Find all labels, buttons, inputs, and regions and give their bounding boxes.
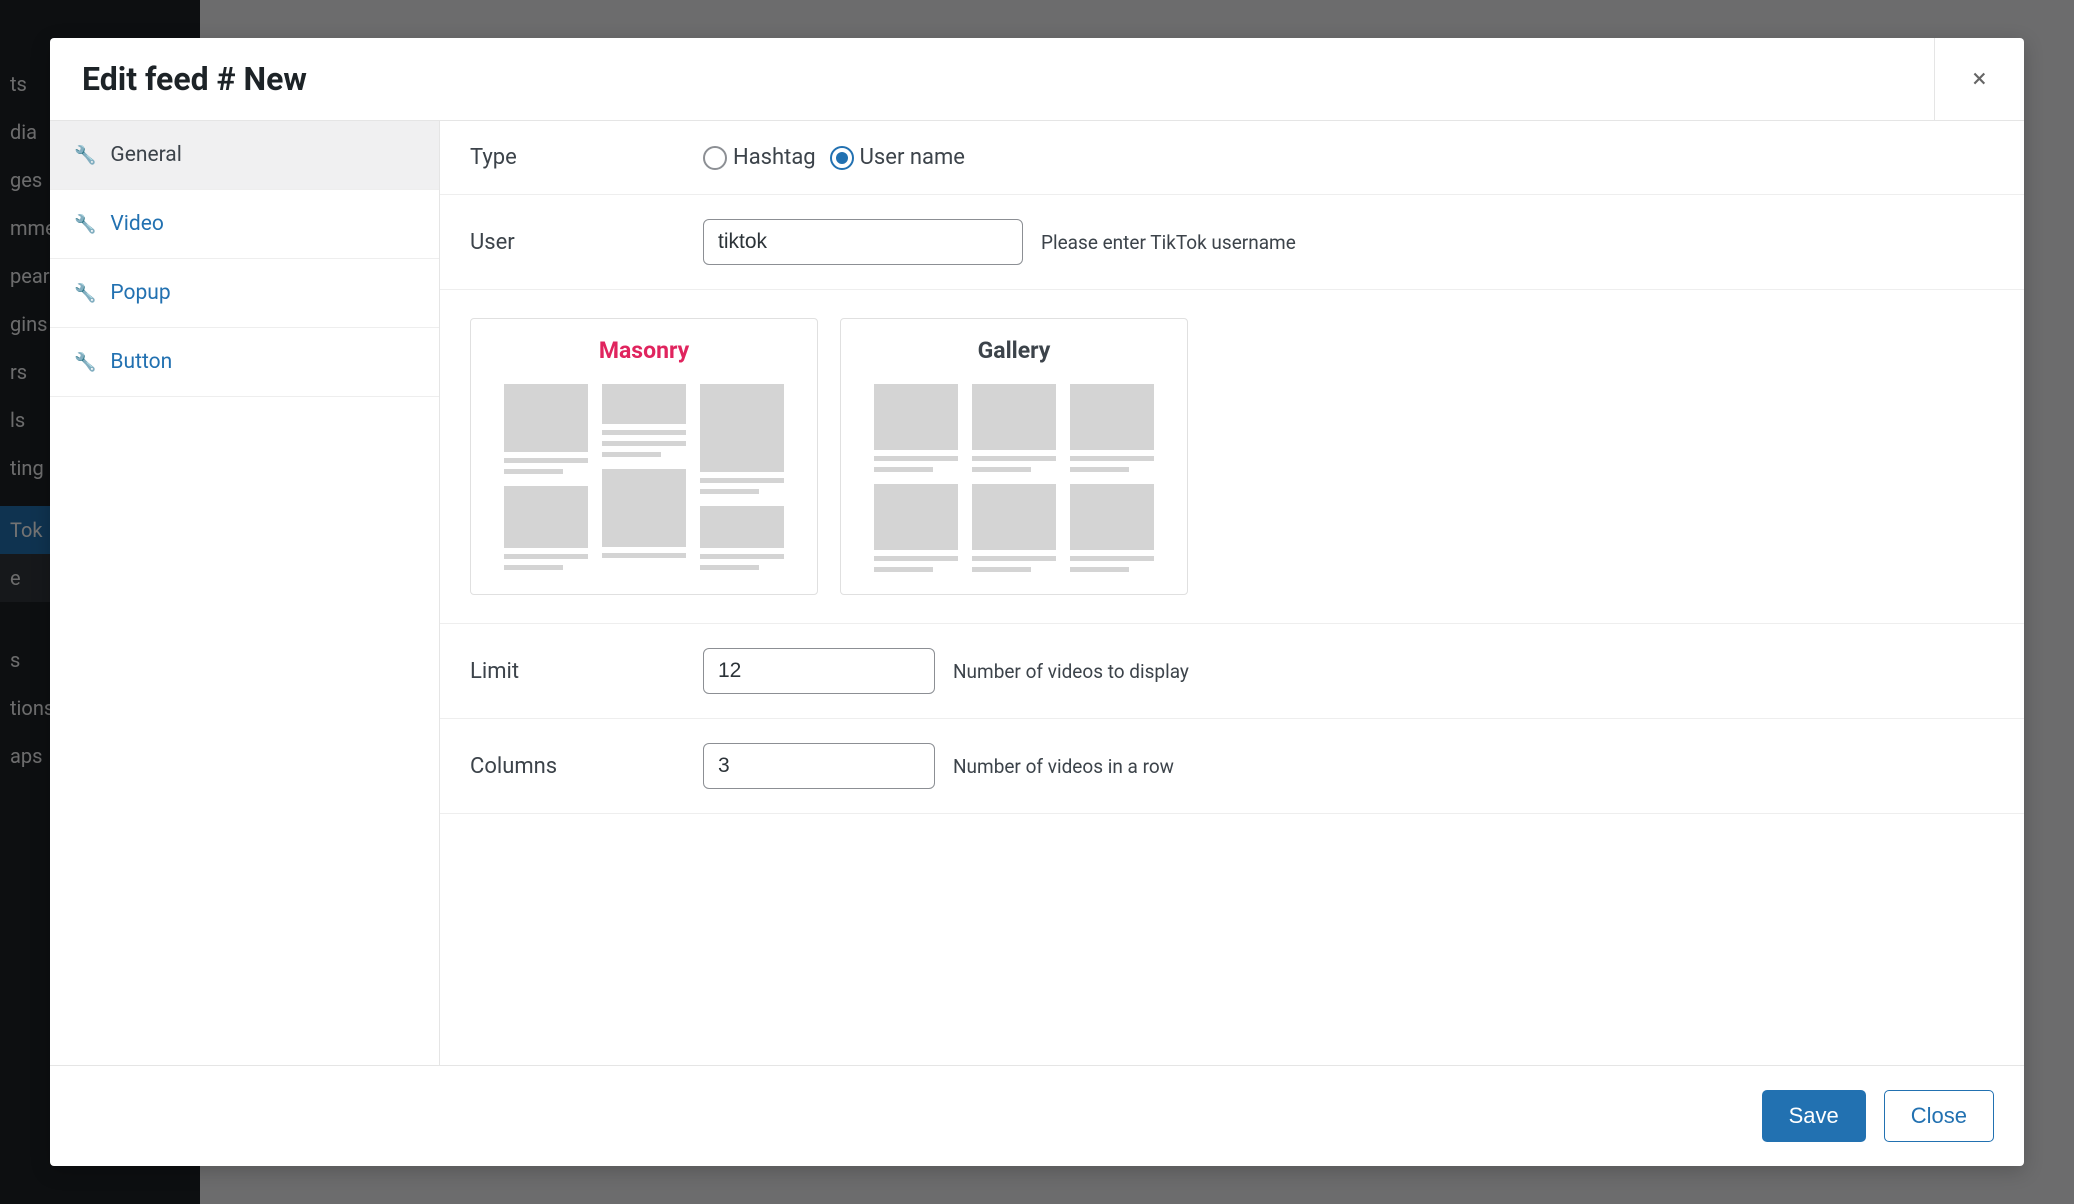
close-button[interactable]: Close [1884, 1090, 1994, 1142]
modal-body: 🔧 General 🔧 Video 🔧 Popup 🔧 Button Type [50, 121, 2024, 1065]
wrench-icon: 🔧 [74, 283, 96, 304]
wrench-icon: 🔧 [74, 145, 96, 166]
label-type: Type [470, 145, 685, 170]
edit-feed-modal: Edit feed # New × 🔧 General 🔧 Video 🔧 Po… [50, 38, 2024, 1166]
hint-user: Please enter TikTok username [1041, 231, 1296, 254]
limit-input[interactable] [703, 648, 935, 694]
settings-tabs: 🔧 General 🔧 Video 🔧 Popup 🔧 Button [50, 121, 440, 1065]
tab-label: Button [110, 350, 172, 374]
label-limit: Limit [470, 659, 685, 684]
tab-label: General [110, 143, 181, 167]
radio-label: User name [860, 145, 965, 170]
row-user: User Please enter TikTok username [440, 195, 2024, 290]
layout-title: Gallery [861, 337, 1167, 364]
modal-header: Edit feed # New × [50, 38, 2024, 121]
modal-title: Edit feed # New [82, 60, 307, 98]
radio-icon [830, 146, 854, 170]
type-radio-group: Hashtag User name [703, 145, 965, 170]
label-columns: Columns [470, 754, 685, 779]
tab-label: Video [110, 212, 163, 236]
user-input[interactable] [703, 219, 1023, 265]
save-button[interactable]: Save [1762, 1090, 1866, 1142]
radio-icon [703, 146, 727, 170]
hint-columns: Number of videos in a row [953, 755, 1174, 778]
tab-button[interactable]: 🔧 Button [50, 328, 439, 397]
label-user: User [470, 230, 685, 255]
masonry-preview [491, 384, 797, 570]
row-layout: Masonry [440, 290, 2024, 624]
radio-username[interactable]: User name [830, 145, 965, 170]
tab-general[interactable]: 🔧 General [50, 121, 439, 190]
tab-label: Popup [110, 281, 170, 305]
tab-video[interactable]: 🔧 Video [50, 190, 439, 259]
gallery-preview [861, 384, 1167, 572]
hint-limit: Number of videos to display [953, 660, 1189, 683]
tab-popup[interactable]: 🔧 Popup [50, 259, 439, 328]
radio-hashtag[interactable]: Hashtag [703, 145, 816, 170]
columns-input[interactable] [703, 743, 935, 789]
radio-label: Hashtag [733, 145, 816, 170]
wrench-icon: 🔧 [74, 214, 96, 235]
row-limit: Limit Number of videos to display [440, 624, 2024, 719]
close-icon[interactable]: × [1934, 38, 2024, 120]
layout-title: Masonry [491, 337, 797, 364]
layout-masonry[interactable]: Masonry [470, 318, 818, 595]
layout-gallery[interactable]: Gallery [840, 318, 1188, 595]
form-area: Type Hashtag User name User Please enter… [440, 121, 2024, 1065]
wrench-icon: 🔧 [74, 352, 96, 373]
row-columns: Columns Number of videos in a row [440, 719, 2024, 814]
modal-footer: Save Close [50, 1065, 2024, 1166]
row-type: Type Hashtag User name [440, 121, 2024, 195]
